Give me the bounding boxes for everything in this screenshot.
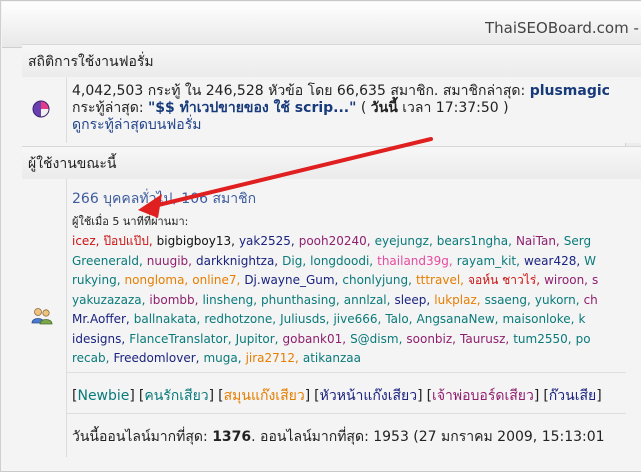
annotation-arrow <box>138 137 433 218</box>
